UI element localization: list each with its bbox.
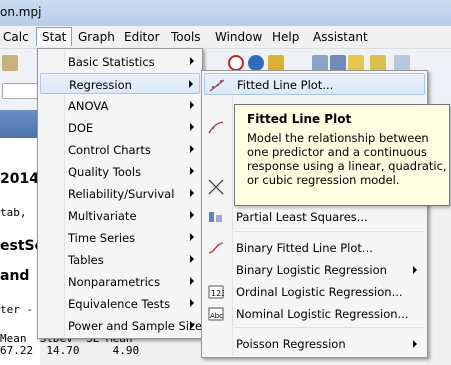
menu-item-label: Reliability/Survival bbox=[68, 187, 175, 201]
title-bar: on.mpj bbox=[0, 0, 451, 26]
menu-item-binary-logistic-regression[interactable]: Binary Logistic Regression bbox=[204, 259, 425, 281]
menu-item-label: DOE bbox=[68, 121, 94, 135]
menu-item-power-and-sample-size[interactable]: Power and Sample Size bbox=[40, 315, 203, 336]
menu-item-binary-fitted-line-plot[interactable]: Binary Fitted Line Plot... bbox=[204, 237, 425, 259]
cancel-icon[interactable] bbox=[228, 55, 244, 71]
session-header-bar bbox=[0, 110, 40, 138]
project-icon[interactable] bbox=[330, 55, 346, 71]
menu-item-label: Control Charts bbox=[68, 143, 151, 157]
submenu-arrow-icon bbox=[413, 340, 417, 348]
paste-icon[interactable] bbox=[2, 55, 18, 71]
tooltip-description: Model the relationship between one predi… bbox=[247, 131, 447, 187]
menu-item-ordinal-logistic-regression[interactable]: 123 Ordinal Logistic Regression... bbox=[204, 281, 425, 303]
menu-item-multivariate[interactable]: Multivariate bbox=[40, 205, 200, 226]
window-icon[interactable] bbox=[312, 55, 328, 71]
menu-item-label: Nonparametrics bbox=[68, 275, 161, 289]
menu-item-poisson-regression[interactable]: Poisson Regression bbox=[204, 333, 425, 355]
menu-item-partial-least-squares[interactable]: Partial Least Squares... bbox=[204, 206, 425, 228]
menu-item-label: Regression bbox=[69, 78, 132, 92]
menu-item-nominal-logistic-regression[interactable]: Abc Nominal Logistic Regression... bbox=[204, 303, 425, 325]
menu-item-reliability-survival[interactable]: Reliability/Survival bbox=[40, 183, 200, 204]
submenu-arrow-icon bbox=[190, 277, 194, 285]
menu-item-regression[interactable]: Regression bbox=[40, 73, 200, 94]
menu-stat[interactable]: Stat bbox=[36, 27, 73, 46]
menu-item-label: Partial Least Squares... bbox=[236, 210, 368, 224]
window-title: on.mpj bbox=[0, 5, 42, 19]
menu-item-label: Poisson Regression bbox=[236, 337, 346, 351]
menu-calc[interactable]: Calc bbox=[3, 30, 29, 44]
menu-item-label: Tables bbox=[68, 253, 104, 267]
menu-item-label: Ordinal Logistic Regression... bbox=[236, 285, 403, 299]
menu-item-doe[interactable]: DOE bbox=[40, 117, 200, 138]
best-subsets-icon bbox=[208, 179, 224, 195]
session-heading-2: and bbox=[0, 268, 30, 284]
menu-item-quality-tools[interactable]: Quality Tools bbox=[40, 161, 200, 182]
nominal-logistic-icon: Abc bbox=[208, 307, 224, 321]
submenu-arrow-icon bbox=[190, 189, 194, 197]
graph-icon[interactable] bbox=[394, 55, 410, 71]
submenu-arrow-icon bbox=[190, 57, 194, 65]
menu-item-basic-statistics[interactable]: Basic Statistics bbox=[40, 51, 200, 72]
menu-item-label: Fitted Line Plot... bbox=[237, 78, 334, 92]
submenu-arrow-icon bbox=[190, 123, 194, 131]
dropdown-box[interactable] bbox=[2, 83, 38, 99]
regression-icon bbox=[208, 121, 224, 134]
menu-item-time-series[interactable]: Time Series bbox=[40, 227, 200, 248]
menu-item-label: ANOVA bbox=[68, 99, 109, 113]
menu-item-fitted-line-plot[interactable]: Fitted Line Plot... bbox=[204, 73, 425, 95]
tooltip: Fitted Line Plot Model the relationship … bbox=[234, 104, 450, 206]
menu-item-label: Binary Fitted Line Plot... bbox=[236, 241, 373, 255]
menu-item-equivalence-tests[interactable]: Equivalence Tests bbox=[40, 293, 200, 314]
menu-item-tables[interactable]: Tables bbox=[40, 249, 200, 270]
menu-editor[interactable]: Editor bbox=[124, 30, 160, 44]
menu-graph[interactable]: Graph bbox=[78, 30, 115, 44]
session-line: tab, bbox=[0, 206, 27, 219]
menu-item-anova[interactable]: ANOVA bbox=[40, 95, 200, 116]
menu-assistant[interactable]: Assistant bbox=[313, 30, 368, 44]
submenu-arrow-icon bbox=[413, 266, 417, 274]
folder-icon[interactable] bbox=[348, 55, 364, 71]
tooltip-title: Fitted Line Plot bbox=[247, 112, 352, 126]
pls-icon bbox=[209, 212, 222, 222]
help-icon[interactable] bbox=[248, 55, 264, 71]
menu-item-label: Power and Sample Size bbox=[68, 319, 203, 333]
submenu-arrow-icon bbox=[190, 299, 194, 307]
menu-separator bbox=[234, 231, 424, 232]
submenu-arrow-icon bbox=[190, 101, 194, 109]
svg-text:123: 123 bbox=[211, 289, 224, 298]
ordinal-logistic-icon: 123 bbox=[208, 285, 224, 299]
submenu-arrow-icon bbox=[190, 211, 194, 219]
submenu-arrow-icon bbox=[189, 80, 193, 88]
menu-tools[interactable]: Tools bbox=[171, 30, 201, 44]
menu-item-label: Nominal Logistic Regression... bbox=[236, 307, 409, 321]
menu-item-label: Binary Logistic Regression bbox=[236, 263, 387, 277]
svg-text:Abc: Abc bbox=[210, 312, 223, 320]
menu-item-label: Equivalence Tests bbox=[68, 297, 171, 311]
menu-item-label: Time Series bbox=[68, 231, 136, 245]
submenu-arrow-icon bbox=[190, 321, 194, 329]
session-line-2: ter - bbox=[0, 303, 34, 316]
menu-help[interactable]: Help bbox=[272, 30, 299, 44]
info-icon[interactable] bbox=[268, 55, 284, 71]
menu-item-nonparametrics[interactable]: Nonparametrics bbox=[40, 271, 200, 292]
menu-separator bbox=[234, 327, 424, 328]
stats-values: 67.22 14.70 4.90 bbox=[0, 344, 140, 357]
submenu-arrow-icon bbox=[190, 145, 194, 153]
submenu-arrow-icon bbox=[190, 167, 194, 175]
menu-item-label: Multivariate bbox=[68, 209, 137, 223]
stat-menu: Basic Statistics Regression ANOVA DOE Co… bbox=[37, 48, 203, 339]
submenu-arrow-icon bbox=[190, 233, 194, 241]
menu-item-control-charts[interactable]: Control Charts bbox=[40, 139, 200, 160]
fitted-line-icon bbox=[209, 79, 225, 92]
arrow-icon[interactable] bbox=[370, 55, 386, 71]
binary-fitted-line-icon bbox=[208, 242, 224, 254]
menu-bar: Calc Stat Graph Editor Tools Window Help… bbox=[0, 26, 451, 49]
menu-window[interactable]: Window bbox=[215, 30, 262, 44]
menu-item-label: Basic Statistics bbox=[68, 55, 155, 69]
submenu-arrow-icon bbox=[190, 255, 194, 263]
menu-item-label: Quality Tools bbox=[68, 165, 142, 179]
